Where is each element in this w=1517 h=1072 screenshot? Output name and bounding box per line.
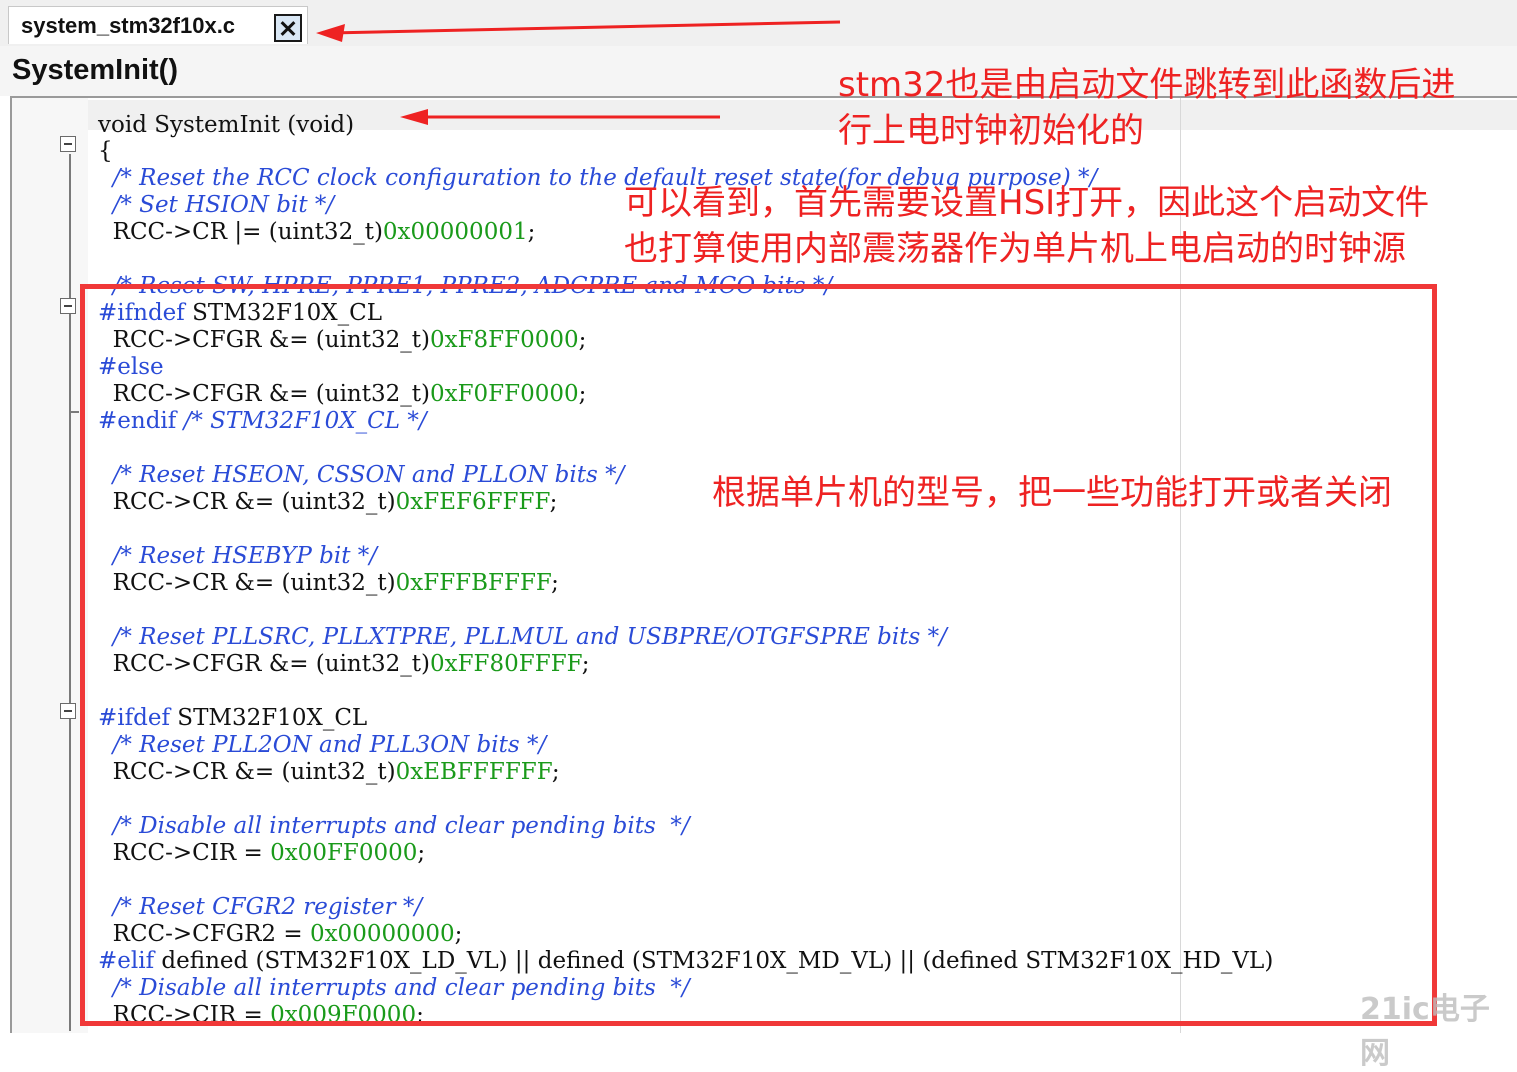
watermark-logo: 21ic电子网 bbox=[1360, 992, 1490, 1071]
arrow-head-icon bbox=[400, 109, 428, 125]
annotation-note3: 根据单片机的型号，把一些功能打开或者关闭 bbox=[712, 473, 1392, 513]
annotation-note2-line1: 可以看到，首先需要设置HSI打开，因此这个启动文件 bbox=[624, 183, 1430, 223]
annotation-note2-line2: 也打算使用内部震荡器作为单片机上电启动的时钟源 bbox=[624, 229, 1406, 269]
annotation-arrows bbox=[316, 20, 841, 125]
arrow-to-tab bbox=[329, 20, 841, 35]
annotation-note1-line2: 行上电时钟初始化的 bbox=[838, 111, 1144, 151]
arrow-head-icon bbox=[316, 24, 345, 42]
annotation-note1-line1: stm32也是由启动文件跳转到此函数后进 bbox=[838, 65, 1456, 105]
